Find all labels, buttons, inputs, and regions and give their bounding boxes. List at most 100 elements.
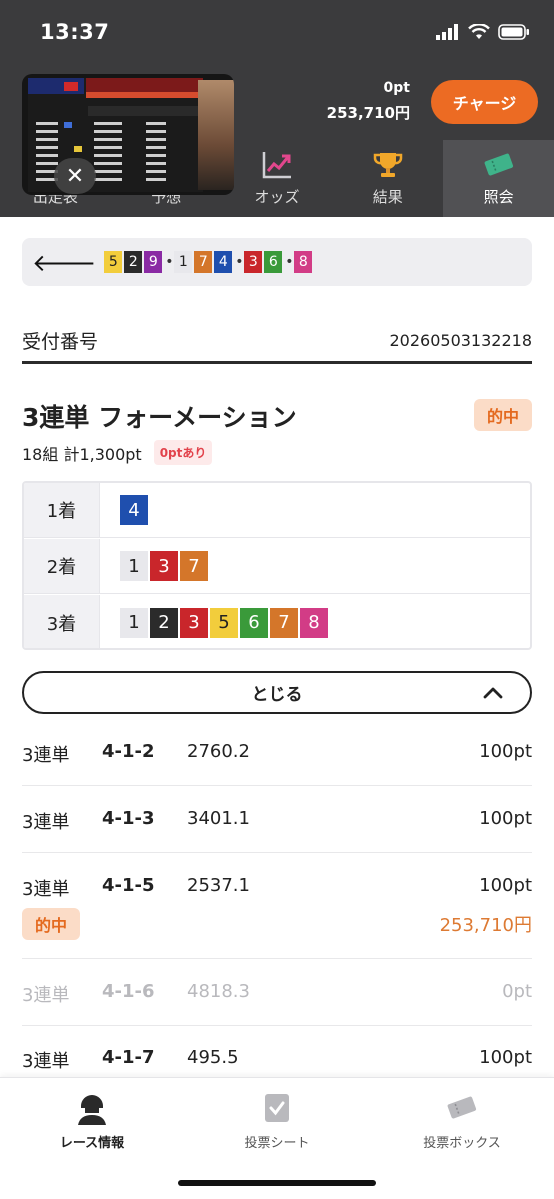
receipt-label: 受付番号 <box>22 331 99 353</box>
tab-label: 照会 <box>483 188 514 206</box>
number-chip: 3 <box>180 607 208 638</box>
bet-count-total: 18組 計1,300pt <box>22 444 142 464</box>
account-balance: 0pt 253,710円 <box>327 80 410 123</box>
nav-vote-sheet[interactable]: 投票シート <box>185 1090 369 1151</box>
bet-row-odds: 3401.1 <box>187 808 250 829</box>
number-chip: 6 <box>240 607 268 638</box>
nav-race-info[interactable]: レース情報 <box>0 1090 184 1151</box>
bet-row-type: 3連単 <box>22 745 70 766</box>
bet-type-title: 3連単 フォーメーション <box>22 403 297 432</box>
separator-dot: • <box>285 254 294 270</box>
wifi-icon <box>468 24 490 39</box>
place-numbers: 1235678 <box>100 595 330 648</box>
place-label: 3着 <box>24 595 100 648</box>
number-chip: 4 <box>120 495 148 525</box>
bet-row-amount: 100pt <box>479 808 532 829</box>
vote-sheet-icon <box>185 1090 369 1126</box>
charge-button[interactable]: チャージ <box>431 80 538 124</box>
selection-summary-bar[interactable]: 🡐 5 2 9 • 1 7 4 • 3 6 • 8 <box>22 238 532 286</box>
app-header: 13:37 0pt 253,710円 チャージ 出走表 予想 オッズ 結果 照会… <box>0 0 554 217</box>
tab-label: オッズ <box>254 188 300 206</box>
back-arrow-icon[interactable]: 🡐 <box>32 248 96 277</box>
nav-vote-box[interactable]: 投票ボックス <box>370 1090 554 1151</box>
separator-dot: • <box>165 254 174 270</box>
place-row-first: 1着 4 <box>24 483 530 538</box>
number-chip: 1 <box>120 551 148 581</box>
bet-row-type: 3連単 <box>22 879 70 900</box>
bet-row-amount: 100pt <box>479 875 532 896</box>
row-hit-badge: 的中 <box>22 908 80 940</box>
number-chip: 8 <box>294 251 313 273</box>
bet-row-combination: 4-1-6 <box>102 981 155 1002</box>
place-row-second: 2着 137 <box>24 539 530 594</box>
separator-dot: • <box>235 254 244 270</box>
chart-trend-icon <box>261 150 293 180</box>
bet-row: 3連単 4-1-3 3401.1 100pt <box>22 808 532 853</box>
place-label: 2着 <box>24 539 100 593</box>
collapse-button[interactable]: とじる <box>22 671 532 714</box>
number-chip: 1 <box>174 251 193 273</box>
status-bar: 13:37 <box>0 0 554 62</box>
number-chip: 6 <box>264 251 283 273</box>
balance-value: 253,710円 <box>326 104 410 122</box>
hit-badge: 的中 <box>474 399 532 431</box>
bet-row-amount: 100pt <box>479 741 532 762</box>
battery-icon <box>498 24 529 40</box>
close-icon: ✕ <box>65 163 85 189</box>
zero-pt-badge: 0ptあり <box>153 440 213 465</box>
vote-box-icon <box>370 1090 554 1126</box>
number-chip: 2 <box>150 607 178 638</box>
bet-row-zero: 3連単 4-1-6 4818.3 0pt <box>22 981 532 1026</box>
bet-row-odds: 2760.2 <box>187 741 250 762</box>
video-close-button[interactable]: ✕ <box>54 158 96 194</box>
bet-row-odds: 2537.1 <box>187 875 250 896</box>
ticket-icon <box>482 150 516 180</box>
place-label: 1着 <box>24 483 100 537</box>
chevron-up-icon <box>483 687 503 699</box>
bet-row-combination: 4-1-3 <box>102 808 155 829</box>
bet-row-type: 3連単 <box>22 812 70 833</box>
bet-row-hit: 3連単 4-1-5 2537.1 100pt 的中 253,710円 <box>22 875 532 959</box>
nav-label: レース情報 <box>59 1136 125 1151</box>
bet-row-combination: 4-1-5 <box>102 875 155 896</box>
points-label: 0pt <box>383 80 410 96</box>
bet-row-odds: 4818.3 <box>187 981 250 1002</box>
number-chip: 1 <box>120 607 148 638</box>
place-numbers: 4 <box>100 483 150 537</box>
receipt-number: 20260503132218 <box>389 331 532 350</box>
status-icons <box>436 24 530 40</box>
number-chip: 7 <box>270 607 298 638</box>
tab-odds[interactable]: オッズ <box>222 140 333 217</box>
bet-summary: 18組 計1,300pt 0ptあり <box>22 440 213 465</box>
number-chip: 3 <box>244 251 263 273</box>
collapse-label: とじる <box>251 685 303 705</box>
tab-label: 結果 <box>372 188 403 206</box>
place-numbers: 137 <box>100 539 210 593</box>
number-chip: 3 <box>150 551 178 581</box>
bet-row-combination: 4-1-7 <box>102 1047 155 1068</box>
bet-row-type: 3連単 <box>22 1051 70 1072</box>
bet-row-amount: 100pt <box>479 1047 532 1068</box>
nav-label: 投票シート <box>244 1136 310 1151</box>
receipt-row: 受付番号 20260503132218 <box>22 320 532 364</box>
number-chip: 8 <box>300 607 328 638</box>
bet-row: 3連単 4-1-2 2760.2 100pt <box>22 741 532 786</box>
combo-chips: 5 2 9 • 1 7 4 • 3 6 • 8 <box>104 251 314 273</box>
bet-row-combination: 4-1-2 <box>102 741 155 762</box>
tab-inquiry[interactable]: 照会 <box>443 140 554 217</box>
cellular-signal-icon <box>436 24 458 40</box>
bet-row-odds: 495.5 <box>187 1047 239 1068</box>
bet-row-amount: 0pt <box>502 981 532 1002</box>
number-chip: 5 <box>104 251 123 273</box>
status-time: 13:37 <box>40 20 110 44</box>
number-chip: 4 <box>214 251 233 273</box>
live-video-player[interactable]: ✕ <box>22 74 234 195</box>
number-chip: 7 <box>194 251 213 273</box>
racer-icon <box>0 1090 184 1126</box>
home-indicator <box>178 1180 376 1186</box>
nav-label: 投票ボックス <box>423 1136 501 1151</box>
tab-results[interactable]: 結果 <box>332 140 443 217</box>
number-chip: 9 <box>144 251 163 273</box>
number-chip: 7 <box>180 551 208 581</box>
video-presenter <box>198 80 234 190</box>
